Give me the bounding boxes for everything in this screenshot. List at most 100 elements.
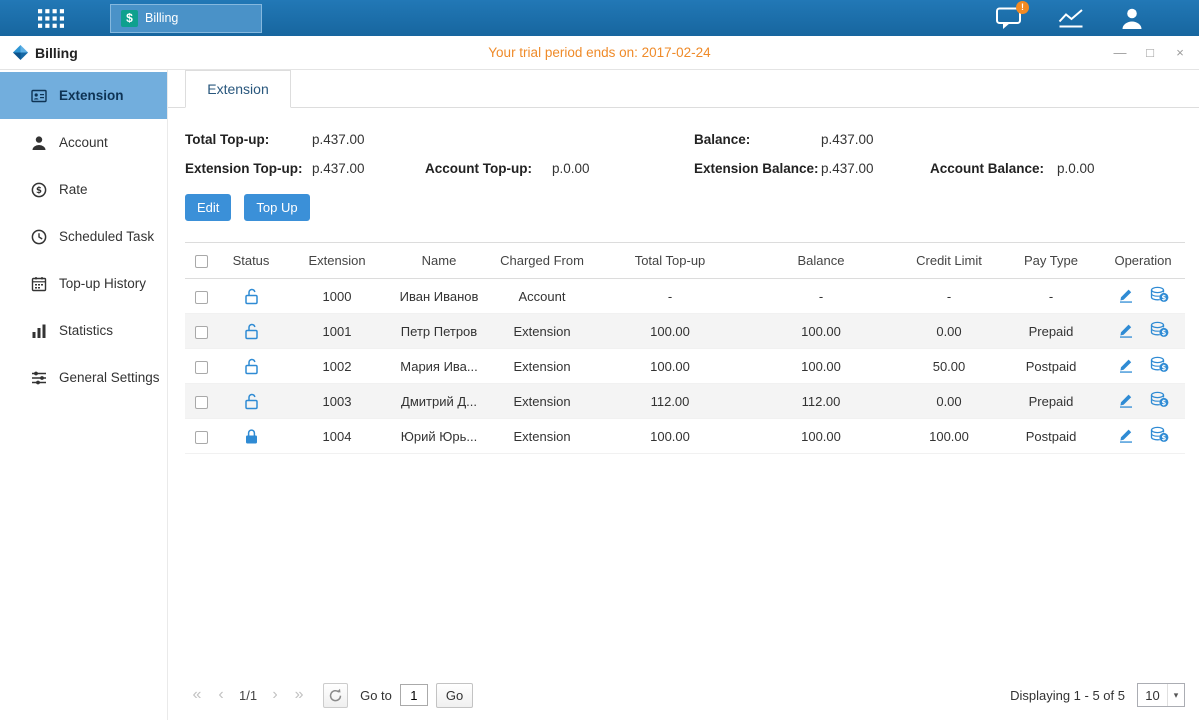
top-up-extension-icon[interactable]: [1150, 391, 1169, 411]
cell-total-topup: 112.00: [595, 384, 745, 419]
top-up-extension-icon[interactable]: [1150, 286, 1169, 306]
cell-extension: 1000: [285, 279, 389, 314]
cell-credit-limit: 100.00: [897, 419, 1001, 454]
last-page-icon[interactable]: »: [287, 686, 311, 704]
cell-charged-from: Extension: [489, 349, 595, 384]
row-checkbox[interactable]: [195, 431, 208, 444]
edit-button[interactable]: Edit: [185, 194, 231, 221]
goto-page-input[interactable]: [400, 684, 428, 706]
topbar-billing-tab-label: Billing: [145, 11, 178, 25]
rate-dollar-circle-icon: [31, 182, 47, 198]
sidebar-item-rate[interactable]: Rate: [0, 166, 167, 213]
notifications-button[interactable]: !: [996, 7, 1022, 30]
minimize-button[interactable]: —: [1113, 45, 1127, 60]
cell-balance: 112.00: [745, 384, 897, 419]
status-lock-icon: [244, 322, 259, 337]
go-button[interactable]: Go: [436, 683, 473, 708]
sidebar-item-scheduled-task[interactable]: Scheduled Task: [0, 213, 167, 260]
sidebar-item-general-settings[interactable]: General Settings: [0, 354, 167, 401]
cell-name: Юрий Юрь...: [389, 419, 489, 454]
sidebar-item-account[interactable]: Account: [0, 119, 167, 166]
user-account-button[interactable]: [1120, 7, 1144, 29]
table-row[interactable]: 1003 Дмитрий Д... Extension 112.00 112.0…: [185, 384, 1185, 419]
settings-sliders-icon: [31, 370, 47, 386]
line-chart-icon: [1058, 8, 1084, 28]
select-all-checkbox[interactable]: [195, 255, 208, 268]
displaying-status: Displaying 1 - 5 of 5: [1010, 688, 1125, 703]
sidebar-item-label: Top-up History: [59, 276, 146, 291]
sidebar-item-topup-history[interactable]: Top-up History: [0, 260, 167, 307]
top-up-extension-icon[interactable]: [1150, 356, 1169, 376]
row-checkbox[interactable]: [195, 396, 208, 409]
goto-label: Go to: [360, 688, 392, 703]
page-indicator: 1/1: [239, 688, 257, 703]
cell-credit-limit: 0.00: [897, 314, 1001, 349]
cell-total-topup: -: [595, 279, 745, 314]
edit-extension-icon[interactable]: [1118, 392, 1134, 411]
table-row[interactable]: 1004 Юрий Юрь... Extension 100.00 100.00…: [185, 419, 1185, 454]
page-size-value: 10: [1138, 688, 1167, 703]
row-checkbox[interactable]: [195, 326, 208, 339]
prev-page-icon[interactable]: ‹: [209, 686, 233, 704]
cell-pay-type: Prepaid: [1001, 384, 1101, 419]
cell-credit-limit: 50.00: [897, 349, 1001, 384]
app-launcher-button[interactable]: [38, 9, 64, 28]
close-button[interactable]: ×: [1173, 45, 1187, 60]
billing-app-logo-icon: [12, 44, 29, 61]
person-icon: [31, 135, 47, 151]
maximize-button[interactable]: □: [1143, 45, 1157, 60]
top-up-extension-icon[interactable]: [1150, 321, 1169, 341]
desktop-topbar: $ Billing !: [0, 0, 1199, 36]
topbar-billing-tab[interactable]: $ Billing: [110, 4, 262, 33]
col-charged-from: Charged From: [489, 243, 595, 279]
edit-extension-icon[interactable]: [1118, 427, 1134, 446]
status-lock-icon: [244, 287, 259, 302]
sidebar-item-label: Rate: [59, 182, 88, 197]
row-checkbox[interactable]: [195, 361, 208, 374]
page-size-select[interactable]: 10 ▾: [1137, 683, 1185, 707]
top-up-extension-icon[interactable]: [1150, 426, 1169, 446]
billing-dollar-icon: $: [121, 10, 138, 27]
cell-balance: 100.00: [745, 419, 897, 454]
cell-credit-limit: 0.00: [897, 384, 1001, 419]
tab-extension[interactable]: Extension: [185, 70, 291, 108]
col-extension: Extension: [285, 243, 389, 279]
cell-charged-from: Extension: [489, 419, 595, 454]
cell-balance: -: [745, 279, 897, 314]
edit-extension-icon[interactable]: [1118, 357, 1134, 376]
notification-badge: !: [1016, 1, 1029, 14]
summary-extension-topup: Extension Top-up:p.437.00: [185, 161, 425, 176]
col-balance: Balance: [745, 243, 897, 279]
refresh-button[interactable]: [323, 683, 348, 708]
cell-balance: 100.00: [745, 349, 897, 384]
summary-panel: Total Top-up:p.437.00 Balance:p.437.00 E…: [168, 108, 1199, 176]
cell-charged-from: Account: [489, 279, 595, 314]
table-row[interactable]: 1002 Мария Ива... Extension 100.00 100.0…: [185, 349, 1185, 384]
edit-extension-icon[interactable]: [1118, 287, 1134, 306]
sidebar-item-label: General Settings: [59, 370, 160, 385]
col-status: Status: [217, 243, 285, 279]
billing-app-screen: $ Billing ! Billing Your trial period en…: [0, 0, 1199, 720]
table-row[interactable]: 1001 Петр Петров Extension 100.00 100.00…: [185, 314, 1185, 349]
cell-charged-from: Extension: [489, 314, 595, 349]
col-operation: Operation: [1101, 243, 1185, 279]
sidebar-item-extension[interactable]: Extension: [0, 72, 167, 119]
window-controls: — □ ×: [1113, 45, 1187, 60]
window-titlebar: Billing Your trial period ends on: 2017-…: [0, 36, 1199, 70]
summary-account-topup: Account Top-up:p.0.00: [425, 161, 694, 176]
status-lock-icon: [244, 427, 259, 442]
next-page-icon[interactable]: ›: [263, 686, 287, 704]
top-up-button[interactable]: Top Up: [244, 194, 309, 221]
action-buttons: Edit Top Up: [168, 176, 1199, 221]
edit-extension-icon[interactable]: [1118, 322, 1134, 341]
cell-name: Иван Иванов: [389, 279, 489, 314]
sidebar-item-statistics[interactable]: Statistics: [0, 307, 167, 354]
sidebar-item-label: Account: [59, 135, 108, 150]
table-row[interactable]: 1000 Иван Иванов Account - - - -: [185, 279, 1185, 314]
row-checkbox[interactable]: [195, 291, 208, 304]
cell-extension: 1004: [285, 419, 389, 454]
first-page-icon[interactable]: «: [185, 686, 209, 704]
resource-monitor-button[interactable]: [1058, 8, 1084, 28]
summary-account-balance: Account Balance:p.0.00: [930, 161, 1185, 176]
bar-chart-icon: [31, 323, 47, 339]
